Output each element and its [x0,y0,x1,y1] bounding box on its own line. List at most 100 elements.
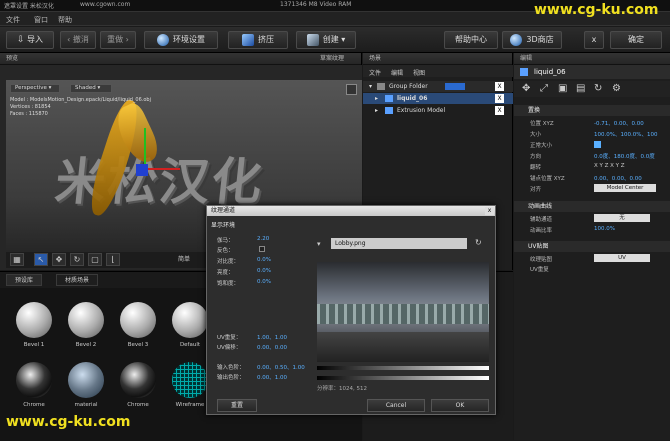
material-ball[interactable] [68,362,104,398]
store-globe-icon [510,33,523,46]
rotate-tool-icon[interactable]: ↻ [70,253,84,266]
move-tool-icon[interactable]: ✥ [52,253,66,266]
scene-menu-edit[interactable]: 编辑 [391,68,403,77]
redo-button[interactable]: 重做 › [100,31,136,49]
3d-store-button[interactable]: 3D商店 [502,31,562,49]
output-levels-gradient[interactable] [317,376,489,380]
flip-checkboxes[interactable]: X Y Z X Y Z [594,163,625,169]
group-color-swatch[interactable] [445,83,465,90]
material-label: Bevel 3 [127,342,149,348]
gizmo-z-axis[interactable] [136,164,148,176]
scene-item-liquid[interactable]: ▸ liquid_06 X [363,93,513,104]
undo-button[interactable]: ‹ 撤消 [60,31,96,49]
extrude-button[interactable]: 挤压 [228,31,288,49]
menu-help[interactable]: 帮助 [58,15,72,25]
move-icon[interactable]: ✥ [522,83,530,94]
reset-button[interactable]: 重置 [217,399,257,412]
direction-value[interactable]: 0.0度、180.0度、0.0度 [594,152,655,160]
brightness-value[interactable]: 0.0% [257,268,271,274]
transform-section[interactable]: 置换 [514,105,670,116]
dialog-close-icon[interactable]: x [485,207,494,215]
close-button[interactable]: x [584,31,604,49]
draft-texture-tab[interactable]: 草案纹理 [320,53,344,65]
dialog-title: 纹理通道 [207,206,495,216]
env-settings-button[interactable]: 环境设置 [144,31,218,49]
anchor-value[interactable]: 0.00、0.00、0.00 [594,174,642,182]
shaded-dropdown[interactable]: Shaded ▾ [70,84,112,93]
main-toolbar: ⇩ 导入 ‹ 撤消 重做 › 环境设置 挤压 创建 ▾ 帮助中心 3D商店 x … [0,27,670,53]
file-dropdown-arrow[interactable]: ▾ [317,240,323,248]
object-icon [520,68,528,76]
menu-window[interactable]: 窗口 [34,15,48,25]
uv-section[interactable]: UV贴图 [514,241,670,252]
item2-delete-button[interactable]: X [495,106,504,115]
simple-label[interactable]: 简单 [178,254,190,263]
properties-header: 编辑 [514,53,670,65]
input-levels-value[interactable]: 0.00、0.50、1.00 [257,363,305,371]
texture-icon[interactable]: ▤ [576,83,585,94]
extruded-text: 米松汉化 [52,153,267,211]
material-ball[interactable] [172,362,208,398]
assist-channel-dropdown[interactable]: 无 [594,214,650,222]
texture-map-dropdown[interactable]: UV [594,254,650,262]
gizmo-x-axis[interactable] [144,168,180,170]
material-ball[interactable] [120,302,156,338]
scale-tool-icon[interactable]: ▢ [88,253,102,266]
help-center-button[interactable]: 帮助中心 [444,31,498,49]
scene-menu-file[interactable]: 文件 [369,68,381,77]
tab-material-scenes[interactable]: 材质场景 [56,274,99,286]
uniform-size-checkbox[interactable] [594,141,601,148]
invert-label: 反色： [217,248,234,254]
material-ball[interactable] [16,302,52,338]
anim-icon[interactable]: ↻ [594,83,602,94]
anim-rate-value[interactable]: 100.0% [594,226,615,232]
file-field[interactable]: Lobby.png [331,238,467,249]
model-info: Model : ModelsMotion_Design.epack/Liquid… [10,97,151,117]
group-delete-button[interactable]: X [495,82,504,91]
uv-offset-value[interactable]: 0.00、0.00 [257,343,287,351]
anim-curve-section[interactable]: 动画曲线 [514,201,670,212]
item1-delete-button[interactable]: X [495,94,504,103]
align-dropdown[interactable]: Model Center [594,184,656,192]
invert-checkbox[interactable] [259,246,265,252]
cancel-button[interactable]: Cancel [367,399,425,412]
perspective-dropdown[interactable]: Perspective ▾ [10,84,60,93]
material-label: Chrome [23,402,45,408]
material-ball[interactable] [16,362,52,398]
contrast-value[interactable]: 0.0% [257,257,271,263]
import-button[interactable]: ⇩ 导入 [6,31,54,49]
menu-file[interactable]: 文件 [6,15,20,25]
flip-label: 翻转 [530,165,542,171]
uniform-size-label: 正常大小 [530,143,553,149]
material-ball[interactable] [172,302,208,338]
size-value[interactable]: 100.0%、100.0%、100 [594,130,657,138]
maximize-icon[interactable] [346,84,357,95]
ok-button[interactable]: 确定 [610,31,662,49]
position-value[interactable]: -0.71、0.00、0.00 [594,119,644,127]
gear-icon[interactable]: ⚙ [612,83,621,94]
input-levels-gradient[interactable] [317,366,489,370]
texture-channel-dialog: 纹理通道 x 显示环境 伽马： 2.20 反色： 对比度： 0.0% 亮度： 0… [206,205,496,415]
material-icon[interactable]: ▣ [558,83,567,94]
material-ball[interactable] [68,302,104,338]
scene-group-row[interactable]: ▾ Group Folder X [363,81,513,92]
tab-presets[interactable]: 预设库 [6,274,43,286]
dialog-ok-button[interactable]: OK [431,399,489,412]
watermark-bottom: www.cg-ku.com [6,414,131,430]
scene-header: 场景 [363,53,512,65]
grid-icon[interactable]: ▦ [10,253,24,266]
scale-icon[interactable]: ⤢ [540,83,548,94]
material-label: Bevel 2 [75,342,97,348]
gamma-value[interactable]: 2.20 [257,236,269,242]
material-ball[interactable] [120,362,156,398]
scene-menu-view[interactable]: 视图 [413,68,425,77]
refresh-icon[interactable]: ↻ [475,238,482,247]
scene-item-extrusion[interactable]: ▸ Extrusion Model X [363,105,513,116]
select-tool-icon[interactable]: ↖ [34,253,48,266]
saturation-value[interactable]: 0.0% [257,279,271,285]
output-levels-value[interactable]: 0.00、1.00 [257,373,287,381]
uv-repeat-value[interactable]: 1.00、1.00 [257,333,287,341]
corner-tool-icon[interactable]: ⌊ [106,253,120,266]
create-button[interactable]: 创建 ▾ [296,31,356,49]
resolution-label: 分辨率：1024, 512 [317,386,367,392]
